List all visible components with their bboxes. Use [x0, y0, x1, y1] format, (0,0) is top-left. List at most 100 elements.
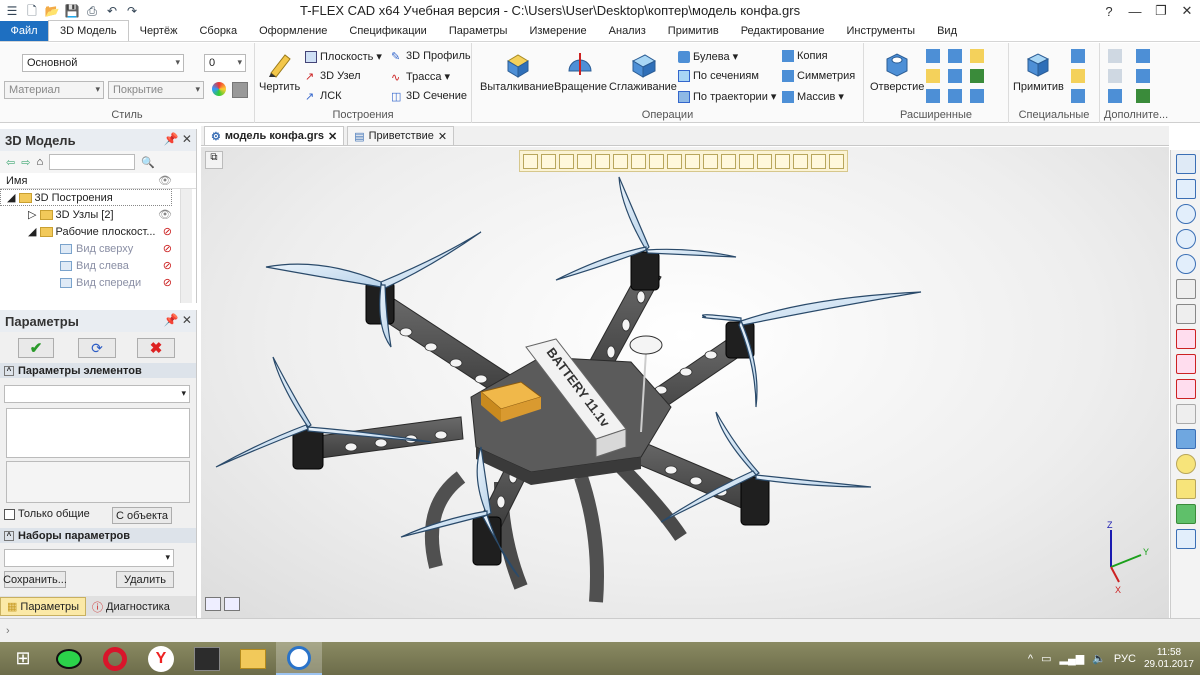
section-button[interactable]: ◫ 3D Сечение — [391, 90, 467, 103]
taskbar-app[interactable] — [46, 642, 92, 675]
start-button[interactable]: ⊞ — [0, 642, 46, 675]
cancel-button[interactable]: ✖ — [137, 338, 175, 358]
chamfer-icon[interactable] — [970, 49, 984, 63]
tree-item-top-view[interactable]: Вид сверху ⊘ — [0, 240, 196, 257]
style-combo[interactable]: Основной — [22, 54, 184, 72]
shell-icon[interactable] — [926, 49, 940, 63]
material-combo[interactable]: Материал — [4, 81, 104, 99]
tray-up-icon[interactable]: ^ — [1028, 653, 1033, 665]
bysections-button[interactable]: По сечениям — [678, 70, 759, 82]
grid-icon[interactable] — [1136, 69, 1150, 83]
draw-button[interactable]: Чертить — [259, 49, 300, 93]
primitive-button[interactable]: Примитив — [1013, 49, 1064, 93]
checkbox-box[interactable] — [4, 508, 15, 520]
sphere-view-icon[interactable] — [1175, 454, 1196, 474]
check-mark-icon[interactable] — [1175, 329, 1196, 349]
redo-icon[interactable]: ↷ — [124, 4, 140, 18]
spring-icon[interactable] — [1071, 49, 1085, 63]
apply-button[interactable]: ✔ — [18, 338, 54, 358]
hidden-icon[interactable]: ⊘ — [163, 276, 172, 289]
zoom-all-icon[interactable] — [1175, 254, 1196, 274]
node-button[interactable]: ↗ 3D Узел — [305, 70, 361, 83]
new-file-icon[interactable]: 🗋 — [24, 4, 40, 18]
delete-set-button[interactable]: Удалить — [116, 571, 174, 588]
section-param-sets[interactable]: ^ Наборы параметров — [0, 528, 196, 543]
print-icon[interactable]: ⎙ — [84, 4, 100, 18]
coating-combo[interactable]: Покрытие — [108, 81, 204, 99]
layer-combo[interactable]: 0 — [204, 54, 246, 72]
split-vertical-icon[interactable] — [205, 597, 221, 611]
rotate-button[interactable]: Вращение — [554, 49, 607, 93]
tree-item-front-view[interactable]: Вид спереди ⊘ — [0, 274, 196, 291]
tab-edit[interactable]: Редактирование — [730, 21, 836, 41]
glasses-icon[interactable] — [1175, 279, 1196, 299]
extrude-button[interactable]: Выталкивание — [480, 49, 554, 93]
label-icon[interactable] — [1071, 89, 1085, 103]
cut-icon[interactable] — [926, 89, 940, 103]
param-sets-combo[interactable]: ▾ — [4, 549, 174, 567]
tab-annotation[interactable]: Оформление — [248, 21, 338, 41]
glasses-icon[interactable] — [1175, 304, 1196, 324]
from-object-button[interactable]: С объекта — [112, 507, 172, 524]
check-icon[interactable] — [1136, 89, 1150, 103]
fillet-icon[interactable] — [948, 49, 962, 63]
tree-item-3d-nodes[interactable]: ▷ 3D Узлы [2] 👁 — [0, 206, 196, 223]
tab-diagnostics[interactable]: ⓘ Диагностика — [86, 598, 176, 616]
render-view-icon[interactable] — [1175, 504, 1196, 524]
array-button[interactable]: Массив ▾ — [782, 90, 844, 103]
undo-icon[interactable]: ↶ — [104, 4, 120, 18]
hole-button[interactable]: Отверстие — [870, 49, 924, 93]
drone-model[interactable]: BATTERY 11.1v Z Y X — [201, 147, 1169, 618]
taskbar-opera[interactable] — [92, 642, 138, 675]
doc-tab-model[interactable]: ⚙ модель конфа.grs ✕ — [204, 126, 345, 145]
lsk-button[interactable]: ↗ ЛСК — [305, 90, 342, 103]
doc-tab-welcome[interactable]: ▤ Приветствие ✕ — [347, 126, 455, 145]
element-params-combo[interactable]: ▾ — [4, 385, 190, 403]
taskbar-tflex[interactable] — [276, 642, 322, 675]
section-element-params[interactable]: ^ Параметры элементов — [0, 363, 196, 378]
tab-3d-model[interactable]: 3D Модель — [48, 20, 129, 41]
tree-item-3d-build[interactable]: ◢ 3D Построения — [0, 189, 172, 206]
color-wheel-icon[interactable] — [212, 82, 226, 96]
check-mark-icon[interactable] — [1175, 379, 1196, 399]
tab-specs[interactable]: Спецификации — [338, 21, 437, 41]
close-icon[interactable]: ✕ — [328, 130, 337, 143]
search-icon[interactable]: 🔍 — [141, 156, 155, 169]
boolean-button[interactable]: Булева ▾ — [678, 50, 738, 63]
tree-filter-combo[interactable] — [49, 154, 136, 170]
symmetry-button[interactable]: Симметрия — [782, 70, 855, 82]
close-button[interactable]: ✕ — [1174, 3, 1200, 19]
hidden-icon[interactable]: ⊘ — [163, 259, 172, 272]
sheet-icon[interactable] — [1071, 69, 1085, 83]
plane-button[interactable]: Плоскость ▾ — [305, 50, 382, 63]
forward-icon[interactable]: ⇨ — [21, 156, 30, 169]
thicken-icon[interactable] — [970, 89, 984, 103]
cube-view-icon[interactable] — [1175, 429, 1196, 449]
zoom-window-icon[interactable] — [1175, 229, 1196, 249]
hidden-icon[interactable]: ⊘ — [163, 242, 172, 255]
tab-params-panel[interactable]: ▦ Параметры — [0, 597, 87, 616]
open-folder-icon[interactable]: 📂 — [44, 4, 60, 18]
tab-params[interactable]: Параметры — [438, 21, 519, 41]
tree-scrollbar[interactable] — [180, 189, 192, 303]
tree-item-left-view[interactable]: Вид слева ⊘ — [0, 257, 196, 274]
file-menu[interactable]: Файл — [0, 21, 48, 41]
list-icon[interactable] — [1108, 89, 1122, 103]
visibility-icon[interactable]: 👁 — [158, 208, 172, 221]
tab-view[interactable]: Вид — [926, 21, 968, 41]
gear-icon[interactable] — [1108, 69, 1122, 83]
profile-button[interactable]: ✎ 3D Профиль — [391, 50, 471, 63]
taskbar-explorer[interactable] — [230, 642, 276, 675]
tab-drawing[interactable]: Чертёж — [129, 21, 189, 41]
hidden-icon[interactable]: ⊘ — [163, 225, 172, 238]
clip-icon[interactable] — [1108, 49, 1122, 63]
path-button[interactable]: ∿ Трасса ▾ — [391, 70, 450, 84]
table-icon[interactable] — [1136, 49, 1150, 63]
volume-icon[interactable]: 🔈 — [1092, 652, 1106, 665]
language-indicator[interactable]: РУС — [1114, 653, 1136, 665]
tab-tools[interactable]: Инструменты — [836, 21, 927, 41]
help-icon[interactable]: ? — [1096, 4, 1122, 19]
rotate-view-icon[interactable] — [1175, 404, 1196, 424]
only-common-checkbox[interactable]: Только общие — [4, 508, 90, 520]
bypath-button[interactable]: По траектории ▾ — [678, 90, 776, 103]
